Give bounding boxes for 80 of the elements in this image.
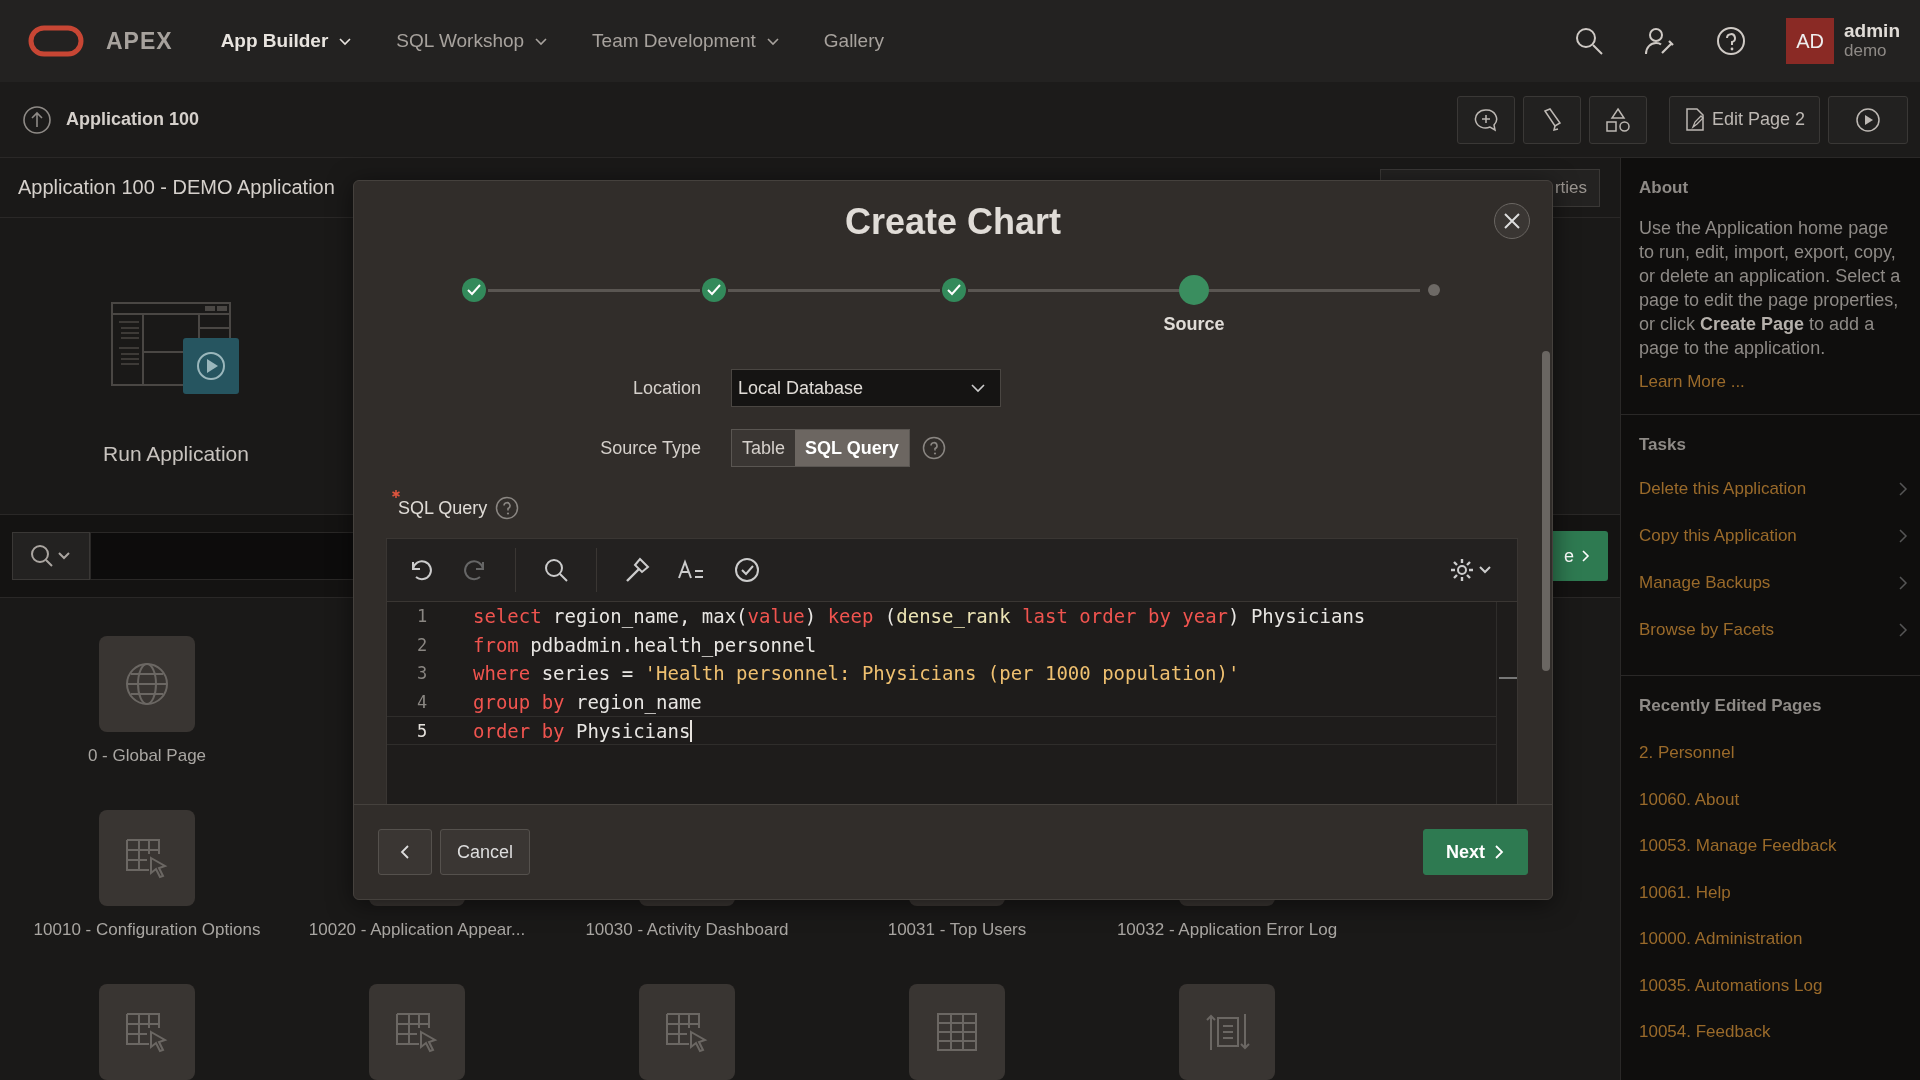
line-number: 4 bbox=[415, 692, 429, 713]
tasks-heading: Tasks bbox=[1639, 435, 1687, 455]
highlighter-icon[interactable] bbox=[1522, 95, 1581, 144]
chevron-right-icon bbox=[1493, 844, 1505, 860]
task-link[interactable]: Delete this Application bbox=[1639, 465, 1908, 512]
workspace-name: demo bbox=[1844, 42, 1888, 61]
nav-menu-item[interactable]: Team Development bbox=[592, 30, 780, 52]
application-title: Application 100 - DEMO Application bbox=[18, 176, 335, 199]
run-page-icon[interactable] bbox=[1828, 95, 1908, 144]
source-type-option[interactable]: SQL Query bbox=[795, 430, 909, 466]
cancel-button[interactable]: Cancel bbox=[440, 829, 531, 875]
next-button[interactable]: Next bbox=[1423, 829, 1528, 875]
dialog-title: Create Chart bbox=[844, 201, 1062, 243]
text-cursor bbox=[690, 719, 693, 742]
recent-page-link[interactable]: 10053. Manage Feedback bbox=[1639, 823, 1908, 870]
user-avatar[interactable]: AD bbox=[1786, 18, 1835, 64]
code-line: select region_name, max(value) keep (dense_rank last order by year) Physicians bbox=[473, 605, 1366, 628]
edit-page-button[interactable]: Edit Page 2 bbox=[1668, 95, 1820, 144]
sql-query-label: SQL Query bbox=[398, 497, 488, 519]
step-label: Source bbox=[1163, 314, 1225, 335]
search-icon[interactable] bbox=[1574, 26, 1605, 56]
nav-menu-item[interactable]: Gallery bbox=[823, 30, 884, 52]
learn-more-link[interactable]: Learn More ... bbox=[1639, 372, 1908, 392]
task-link[interactable]: Manage Backups bbox=[1639, 559, 1908, 606]
nav-menu-item[interactable]: SQL Workshop bbox=[396, 30, 549, 52]
recent-page-link[interactable]: 10035. Automations Log bbox=[1639, 962, 1908, 1009]
close-icon bbox=[1503, 212, 1521, 230]
search-caret-icon bbox=[29, 543, 73, 569]
search-options-button[interactable] bbox=[12, 532, 90, 580]
recent-page-link[interactable]: 2. Personnel bbox=[1639, 730, 1908, 777]
settings-icon[interactable] bbox=[1449, 556, 1493, 584]
breadcrumb-link[interactable]: Application 100 bbox=[66, 109, 200, 130]
brand-name[interactable]: APEX bbox=[106, 27, 173, 55]
chevron-right-icon bbox=[1580, 549, 1592, 563]
line-number: 1 bbox=[415, 606, 429, 627]
location-label: Location bbox=[631, 377, 702, 399]
search-icon[interactable] bbox=[542, 556, 570, 584]
page-edit-icon bbox=[1683, 106, 1706, 133]
chevron-right-icon bbox=[1898, 527, 1908, 544]
code-line: from pdbadmin.health_personnel bbox=[473, 633, 817, 656]
page-label[interactable]: 10010 - Configuration Options bbox=[33, 920, 261, 944]
chevron-left-icon bbox=[399, 844, 411, 860]
page-label[interactable]: 10032 - Application Error Log bbox=[1116, 920, 1338, 944]
code-line: order by Physicians bbox=[473, 719, 691, 742]
source-type-label: Source Type bbox=[599, 437, 702, 459]
recent-page-link[interactable]: 10061. Help bbox=[1639, 869, 1908, 916]
task-link[interactable]: Browse by Facets bbox=[1639, 606, 1908, 653]
logo-icon[interactable] bbox=[28, 25, 84, 57]
recent-pages-heading: Recently Edited Pages bbox=[1639, 696, 1823, 716]
location-select[interactable]: Local Database bbox=[731, 369, 1001, 407]
comment-plus-icon[interactable] bbox=[1456, 95, 1515, 144]
shapes-icon[interactable] bbox=[1588, 95, 1647, 144]
chevron-right-icon bbox=[1898, 621, 1908, 638]
page-label[interactable]: 0 - Global Page bbox=[87, 746, 207, 770]
page-label[interactable]: 10020 - Application Appear... bbox=[308, 920, 526, 944]
caret-icon bbox=[970, 383, 986, 393]
recent-page-link[interactable]: 10054. Feedback bbox=[1639, 1009, 1908, 1056]
recent-page-link[interactable]: 10060. About bbox=[1639, 776, 1908, 823]
run-application-label[interactable]: Run Application bbox=[103, 442, 249, 466]
user-name[interactable]: admin bbox=[1844, 21, 1900, 43]
scrollbar-thumb[interactable] bbox=[1542, 351, 1550, 671]
page-label[interactable]: 10030 - Activity Dashboard bbox=[585, 920, 789, 944]
recent-page-link[interactable]: 10000. Administration bbox=[1639, 916, 1908, 963]
nav-menu-item[interactable]: App Builder bbox=[220, 30, 353, 52]
help-icon[interactable] bbox=[1716, 26, 1747, 56]
about-heading: About bbox=[1639, 178, 1690, 198]
line-number: 2 bbox=[415, 634, 429, 655]
chevron-right-icon bbox=[1898, 574, 1908, 591]
close-button[interactable] bbox=[1494, 203, 1530, 239]
task-link[interactable]: Copy this Application bbox=[1639, 512, 1908, 559]
scroll-marker bbox=[1499, 677, 1517, 679]
line-number: 5 bbox=[415, 720, 429, 741]
line-number: 3 bbox=[415, 663, 429, 684]
about-text: Use the Application home page to run, edit, import, export, copy, or delete an application. Select a page to edit the page properties, or click Create Page to add a page to the application. bbox=[1639, 217, 1902, 360]
source-type-option[interactable]: Table bbox=[732, 430, 796, 466]
code-line: where series = 'Health personnel: Physicians (per 1000 population)' bbox=[473, 662, 1240, 685]
validate-icon[interactable] bbox=[733, 556, 761, 584]
page-label[interactable]: 10031 - Top Users bbox=[887, 920, 1027, 944]
code-line: group by region_name bbox=[473, 691, 702, 714]
chevron-right-icon bbox=[1898, 480, 1908, 497]
